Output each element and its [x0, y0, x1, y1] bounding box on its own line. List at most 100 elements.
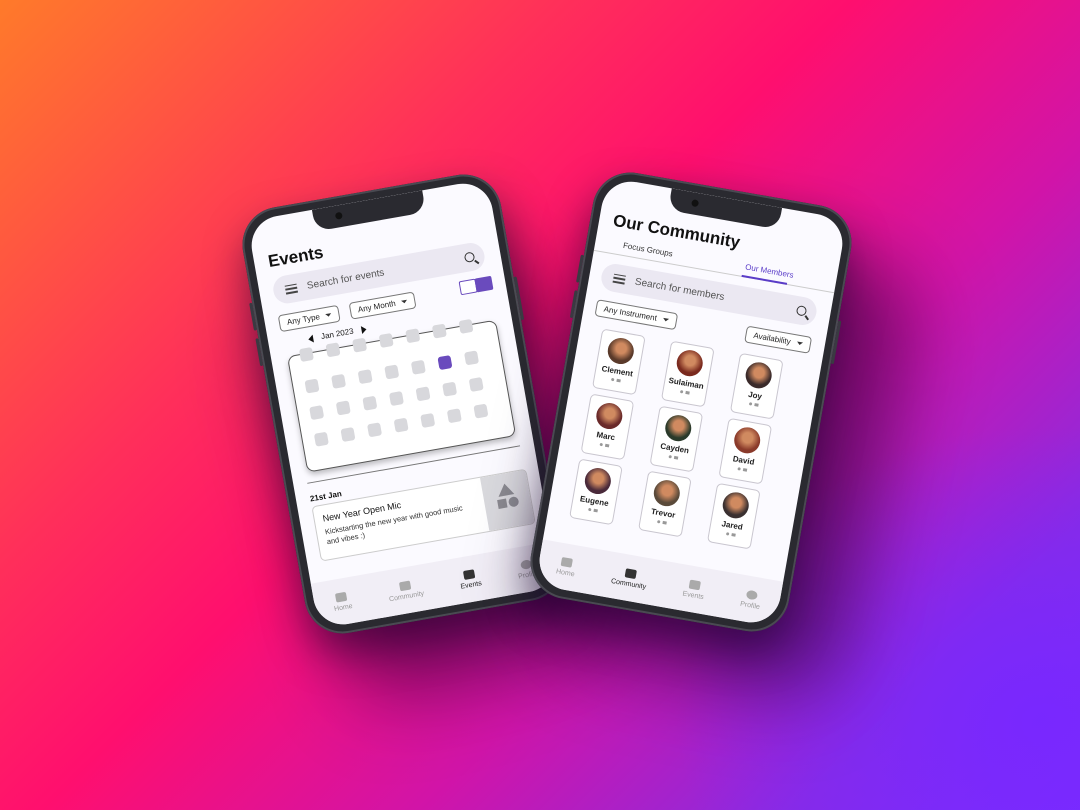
search-placeholder: Search for events	[306, 266, 386, 292]
member-name: Joy	[747, 389, 763, 402]
instrument-icons	[598, 442, 611, 451]
member-card[interactable]: David	[718, 417, 773, 485]
member-name: Eugene	[579, 494, 610, 509]
member-name: Trevor	[650, 506, 677, 520]
member-card[interactable]: Clement	[591, 328, 646, 396]
calendar-day[interactable]	[384, 364, 400, 380]
calendar-day[interactable]	[464, 350, 480, 366]
instrument-icons	[586, 507, 599, 516]
instrument-icons	[666, 454, 679, 463]
avatar	[582, 465, 613, 497]
event-card[interactable]: New Year Open Mic Kickstarting the new y…	[311, 468, 536, 562]
search-icon[interactable]	[795, 305, 808, 317]
calendar-view-icon[interactable]	[474, 275, 494, 293]
calendar-day[interactable]	[309, 405, 325, 421]
calendar-day[interactable]	[473, 403, 489, 419]
nav-events-label: Events	[682, 590, 705, 601]
event-thumbnail	[479, 469, 535, 531]
avatar	[663, 413, 694, 444]
avatar	[743, 360, 774, 391]
calendar-day[interactable]	[352, 337, 368, 353]
nav-events[interactable]: Events	[682, 578, 706, 601]
search-icon[interactable]	[463, 251, 476, 264]
calendar-day[interactable]	[304, 378, 320, 394]
calendar-day[interactable]	[357, 369, 373, 385]
calendar-day-selected[interactable]	[437, 355, 453, 371]
calendar-day[interactable]	[442, 381, 458, 397]
member-card[interactable]: Cayden	[649, 405, 704, 473]
instrument-filter-label: Any Instrument	[603, 304, 658, 323]
month-filter[interactable]: Any Month	[348, 291, 417, 320]
page-title: Events	[266, 242, 325, 272]
member-name: David	[732, 454, 756, 467]
menu-icon[interactable]	[612, 273, 627, 285]
notch	[311, 190, 427, 232]
calendar-day[interactable]	[405, 328, 421, 344]
calendar-day[interactable]	[388, 391, 404, 407]
member-card[interactable]: Trevor	[638, 470, 692, 538]
calendar-day[interactable]	[362, 395, 378, 411]
avatar	[605, 335, 636, 367]
member-name: Cayden	[659, 441, 690, 456]
events-screen: Events Search for events Any Type Any Mo…	[246, 178, 560, 630]
availability-filter[interactable]: Availability	[744, 325, 812, 354]
month-filter-label: Any Month	[357, 298, 397, 315]
nav-events[interactable]: Events	[458, 568, 482, 590]
member-card[interactable]: Jared	[706, 482, 761, 550]
calendar-day[interactable]	[325, 342, 341, 358]
member-card[interactable]: Marc	[580, 393, 635, 461]
nav-profile-label: Profile	[739, 600, 761, 611]
member-card[interactable]: Eugene	[569, 458, 623, 526]
instrument-filter[interactable]: Any Instrument	[594, 299, 679, 331]
events-phone: Events Search for events Any Type Any Mo…	[236, 168, 570, 640]
calendar-day[interactable]	[420, 412, 436, 428]
menu-icon[interactable]	[284, 283, 298, 295]
nav-home[interactable]: Home	[556, 556, 578, 578]
calendar-day[interactable]	[335, 400, 351, 416]
nav-home-label: Home	[555, 567, 576, 578]
nav-home[interactable]: Home	[331, 591, 353, 613]
nav-community[interactable]: Community	[386, 578, 425, 603]
shapes-placeholder-icon	[497, 483, 519, 509]
member-name: Clement	[600, 364, 634, 379]
chevron-down-icon	[325, 313, 332, 318]
calendar-day[interactable]	[393, 417, 409, 433]
calendar-day[interactable]	[340, 426, 356, 443]
avatar	[674, 348, 705, 379]
type-filter-label: Any Type	[286, 312, 321, 327]
calendar-day[interactable]	[313, 431, 329, 447]
calendar-icon	[463, 568, 476, 580]
prev-month-icon[interactable]	[307, 334, 314, 343]
calendar-day[interactable]	[298, 346, 314, 363]
calendar-day[interactable]	[446, 408, 462, 424]
member-card[interactable]: Sulaiman	[660, 340, 715, 408]
next-month-icon[interactable]	[360, 324, 367, 334]
calendar-icon	[688, 579, 702, 590]
instrument-icons	[724, 531, 737, 540]
calendar-day[interactable]	[468, 376, 484, 393]
calendar-grid	[286, 318, 517, 473]
chevron-down-icon	[796, 341, 803, 346]
nav-community[interactable]: Community	[611, 566, 649, 590]
member-name: Sulaiman	[667, 375, 705, 391]
calendar-day[interactable]	[431, 323, 447, 339]
nav-home-label: Home	[333, 602, 354, 613]
avatar	[732, 425, 763, 456]
instrument-icons	[678, 389, 691, 398]
nav-profile[interactable]: Profile	[739, 588, 763, 611]
calendar-day[interactable]	[367, 422, 383, 438]
profile-icon	[745, 589, 759, 600]
calendar-day[interactable]	[331, 373, 347, 389]
availability-filter-label: Availability	[752, 330, 792, 347]
type-filter[interactable]: Any Type	[277, 304, 341, 333]
search-placeholder: Search for members	[634, 276, 726, 303]
member-card[interactable]: Joy	[729, 352, 784, 420]
instrument-icons	[609, 377, 622, 386]
avatar	[720, 490, 751, 521]
calendar-day[interactable]	[415, 386, 431, 402]
calendar-day[interactable]	[378, 332, 394, 348]
calendar-day[interactable]	[458, 318, 474, 334]
month-label: Jan 2023	[320, 326, 355, 342]
calendar-day[interactable]	[410, 359, 426, 375]
instrument-icons	[735, 466, 748, 475]
